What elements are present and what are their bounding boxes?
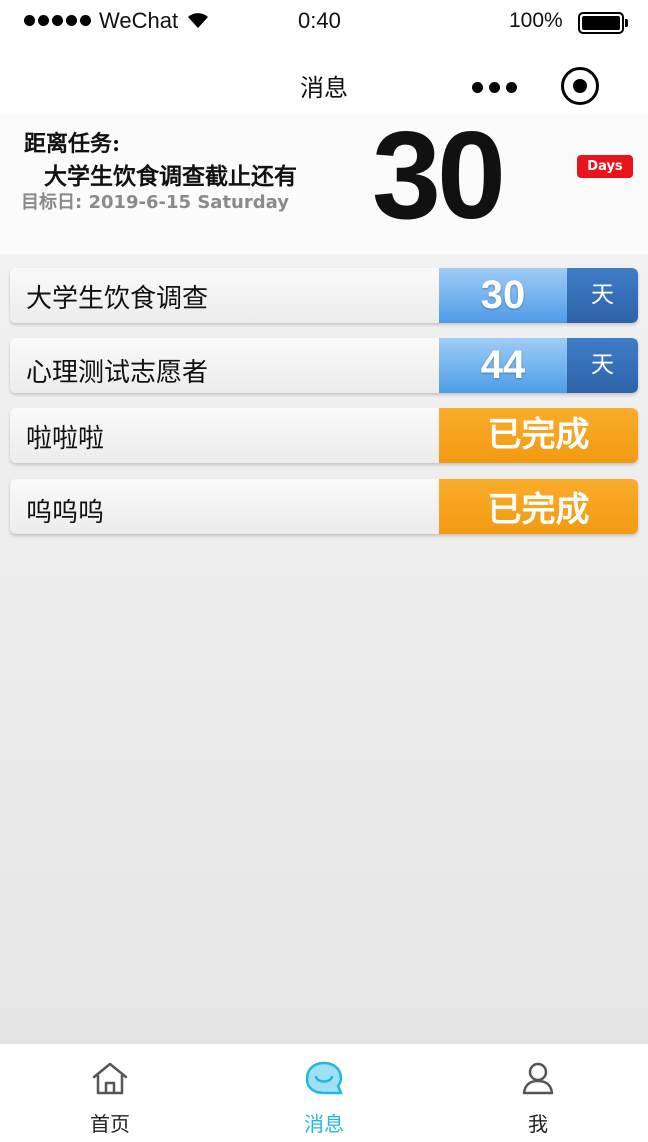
task-days-unit: 天 [567,268,638,323]
wifi-icon [188,13,208,28]
tab-messages-label: 消息 [304,1112,344,1136]
tab-bar: 首页 消息 我 [0,1043,648,1142]
battery-percentage: 100% [509,9,563,32]
home-icon [92,1062,128,1095]
status-time: 0:40 [298,8,341,33]
signal-strength-icon [24,15,91,26]
task-name: 啦啦啦 [26,424,105,454]
task-days-count: 44 [439,338,567,393]
task-row[interactable]: 心理测试志愿者 44 天 [10,338,638,393]
tab-home-label: 首页 [90,1112,130,1136]
carrier-name: WeChat [99,8,179,33]
countdown-header: 距离任务: 大学生饮食调查截止还有 目标日: 2019-6-15 Saturda… [0,108,648,254]
countdown-target-date: 目标日: 2019-6-15 Saturday [21,192,289,213]
countdown-days-number: 30 [372,107,506,245]
tab-messages[interactable]: 消息 [216,1044,432,1142]
days-badge: Days [577,155,633,178]
more-options-button[interactable] [472,82,517,93]
task-days-count: 30 [439,268,567,323]
page-title: 消息 [300,74,348,102]
countdown-label: 距离任务: [24,131,121,157]
task-row[interactable]: 呜呜呜 已完成 [10,479,638,534]
task-name: 大学生饮食调查 [26,284,209,314]
task-days-unit: 天 [567,338,638,393]
countdown-task: 大学生饮食调查截止还有 [44,163,297,190]
task-row[interactable]: 大学生饮食调查 30 天 [10,268,638,323]
tab-home[interactable]: 首页 [2,1044,218,1142]
task-name: 呜呜呜 [26,498,105,528]
close-miniprogram-button[interactable] [561,67,599,105]
tab-me-label: 我 [528,1112,548,1136]
message-icon [305,1061,343,1095]
task-name: 心理测试志愿者 [26,358,209,388]
user-icon [522,1062,554,1095]
task-completed-badge: 已完成 [439,408,638,463]
navigation-bar: 消息 [0,46,648,114]
task-row[interactable]: 啦啦啦 已完成 [10,408,638,463]
tab-me[interactable]: 我 [430,1044,646,1142]
status-bar: WeChat 0:40 100% [0,0,648,46]
battery-icon [578,12,628,34]
task-completed-badge: 已完成 [439,479,638,534]
